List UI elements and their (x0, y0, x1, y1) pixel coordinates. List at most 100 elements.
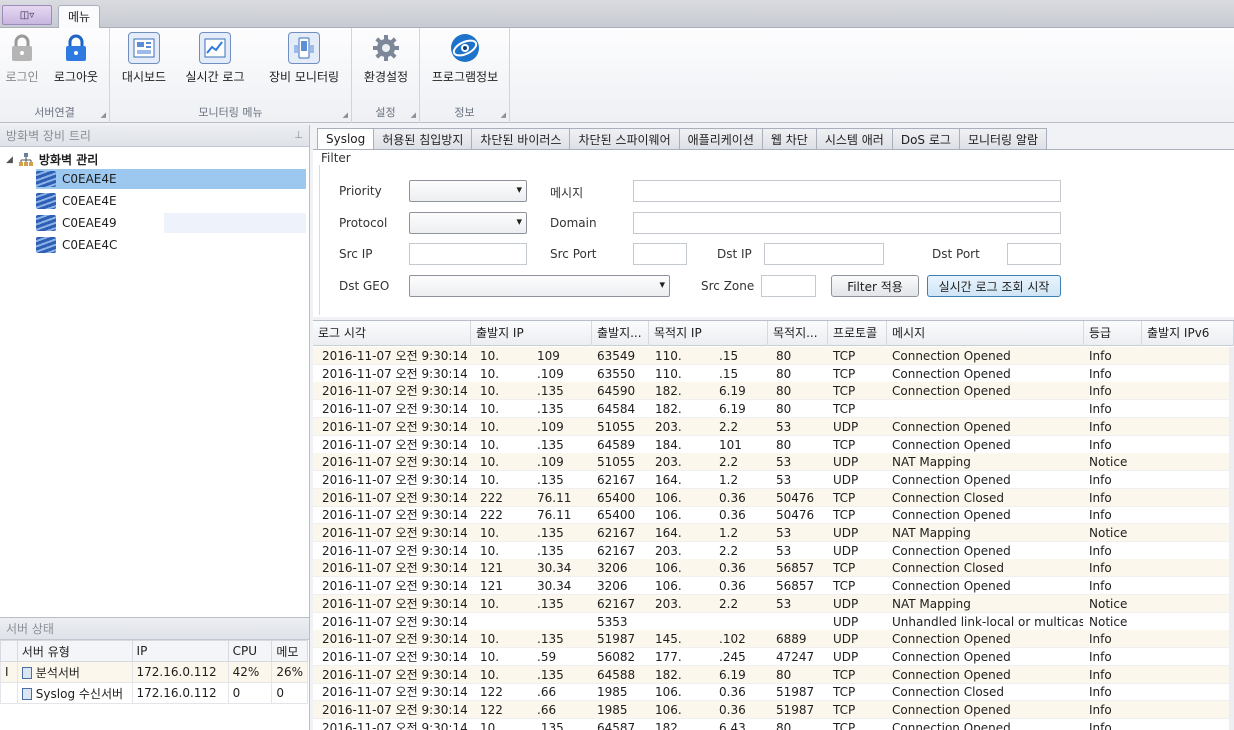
table-row[interactable]: 2016-11-07 오전 9:30:14 10. .135 64588 182. 6.1… (313, 665, 1229, 684)
tree-node-firewall[interactable]: C0EAE4C (36, 235, 306, 255)
src-zone-input[interactable] (761, 275, 816, 297)
table-row[interactable]: 2016-11-07 오전 9:30:14 10. 109 63549 110. .15 8… (313, 347, 1229, 365)
collapse-arrow-icon[interactable]: ◢ (6, 155, 13, 165)
column-header[interactable]: 로그 시각 (313, 321, 471, 346)
src-port-cell: 51055 (597, 419, 636, 434)
message-input[interactable] (633, 180, 1061, 202)
table-row[interactable]: 2016-11-07 오전 9:30:14 222 76.11 65400 106. 0.… (313, 488, 1229, 507)
src-zone-label: Src Zone (701, 279, 755, 293)
pin-icon[interactable]: ⊥ (294, 130, 303, 141)
table-row[interactable]: 2016-11-07 오전 9:30:14 10. .109 63550 110. .15… (313, 365, 1229, 383)
column-header[interactable]: 출발지 IPv6 (1142, 321, 1234, 346)
domain-input[interactable] (633, 212, 1061, 234)
src-ip-input[interactable] (409, 243, 527, 265)
program-info-button[interactable]: 프로그램정보 (426, 32, 504, 94)
table-row[interactable]: 2016-11-07 오전 9:30:14 121 30.34 3206 106. 0.3… (313, 559, 1229, 578)
dst-geo-select[interactable] (409, 275, 670, 297)
src-port-cell: 64584 (597, 402, 636, 417)
table-row[interactable]: 2016-11-07 오전 9:30:14 10. .135 62167 164. 1.2… (313, 471, 1229, 489)
table-row[interactable]: 2016-11-07 오전 9:30:14 10. .135 64587 182. 6.4… (313, 719, 1229, 730)
column-header[interactable]: 출발지... (592, 321, 649, 346)
tree-node-firewall[interactable]: C0EAE4E (36, 191, 306, 211)
tree-node-firewall[interactable]: C0EAE49 (36, 213, 306, 233)
column-header[interactable]: 등급 (1084, 321, 1142, 346)
tab-dos-log[interactable]: DoS 로그 (892, 128, 960, 150)
table-row[interactable]: 2016-11-07 오전 9:30:14 122 .66 1985 106. 0.36 5… (313, 683, 1229, 702)
realtime-log-button[interactable]: 실시간 로그 (182, 32, 248, 94)
tab-blocked-spyware[interactable]: 차단된 스파이웨어 (570, 128, 680, 150)
protocol-cell: TCP (833, 667, 856, 682)
dst-port-cell: 80 (776, 349, 792, 363)
filter-apply-button[interactable]: Filter 적용 (831, 275, 919, 297)
tab-menu[interactable]: 메뉴 (58, 5, 100, 29)
dst-port-input[interactable] (1007, 243, 1061, 265)
tab-web-block[interactable]: 웹 차단 (762, 128, 817, 150)
column-header[interactable]: 프로토콜 (828, 321, 887, 346)
table-row[interactable]: 2016-11-07 오전 9:30:14 121 30.34 3206 106. 0.3… (313, 577, 1229, 596)
table-row[interactable]: 2016-11-07 오전 9:30:14 10. .59 56082 177. .245… (313, 648, 1229, 666)
dst-port-cell: 53 (776, 455, 792, 470)
tab-allowed-intrusion[interactable]: 허용된 침입방지 (374, 128, 473, 150)
log-time-cell: 2016-11-07 오전 9:30:14 (322, 543, 468, 558)
table-row[interactable]: 2016-11-07 오전 9:30:14 10. .135 62167 203. 2.2… (313, 594, 1229, 613)
src-port-cell: 63550 (597, 366, 636, 381)
table-row[interactable]: 2016-11-07 오전 9:30:14 222 76.11 65400 106. 0.… (313, 506, 1229, 525)
table-row[interactable]: Syslog 수신서버 172.16.0.112 0 0 (0, 682, 308, 704)
logout-button[interactable]: 로그아웃 (50, 32, 102, 94)
src-port-input[interactable] (633, 243, 687, 265)
protocol-select[interactable] (409, 212, 527, 234)
table-row[interactable]: 2016-11-07 오전 9:30:14 10. .135 62167 164. 1.2… (313, 524, 1229, 542)
dst-ip-suffix-cell: .15 (719, 366, 739, 381)
level-cell: Notice (1089, 526, 1128, 540)
src-ip-suffix-cell: .135 (537, 596, 564, 611)
table-row[interactable]: I 분석서버 172.16.0.112 42% 26% (0, 661, 308, 683)
tree-root-firewall-management[interactable]: ◢ 방화벽 관리 (6, 151, 98, 168)
tab-system-error[interactable]: 시스템 애러 (816, 128, 893, 150)
dst-ip-prefix-cell: 106. (655, 490, 682, 505)
table-row[interactable]: 2016-11-07 오전 9:30:14 10. .109 51055 203. 2.2… (313, 453, 1229, 472)
app-menu-button[interactable]: ◫▿ (2, 5, 52, 25)
table-row[interactable]: 2016-11-07 오전 9:30:14 5353 UDP Unhandled li… (313, 613, 1229, 631)
table-row[interactable]: 2016-11-07 오전 9:30:14 10. .135 64590 182. 6.1… (313, 382, 1229, 401)
device-monitoring-button[interactable]: 장비 모니터링 (262, 32, 346, 94)
login-button[interactable]: 로그인 (2, 32, 42, 94)
src-port-cell: 62167 (597, 596, 636, 611)
dashboard-button[interactable]: 대시보드 (118, 32, 170, 94)
priority-select[interactable] (409, 180, 527, 202)
column-header[interactable]: 메시지 (887, 321, 1084, 346)
table-row[interactable]: 2016-11-07 오전 9:30:14 10. .135 62167 203. 2.2… (313, 542, 1229, 560)
group-launcher-icon[interactable]: ◢ (501, 111, 506, 119)
vertical-scrollbar[interactable] (1229, 347, 1234, 730)
column-header[interactable]: CPU (227, 640, 273, 662)
column-header[interactable]: 출발지 IP (471, 321, 592, 346)
tab-blocked-virus[interactable]: 차단된 바이러스 (472, 128, 571, 150)
src-port-cell: 65400 (597, 508, 636, 523)
dst-ip-input[interactable] (764, 243, 884, 265)
group-launcher-icon[interactable]: ◢ (101, 111, 106, 119)
tab-monitoring-alarm[interactable]: 모니터링 알람 (959, 128, 1047, 150)
column-header[interactable]: 목적지 IP (649, 321, 768, 346)
settings-button[interactable]: 환경설정 (358, 32, 414, 94)
tab-syslog[interactable]: Syslog (317, 128, 375, 150)
level-cell: Info (1089, 349, 1112, 363)
column-header[interactable]: IP (131, 640, 229, 662)
column-header[interactable]: 서버 유형 (16, 640, 133, 662)
dst-ip-prefix-cell: 203. (655, 419, 682, 434)
level-cell: Info (1089, 402, 1112, 417)
realtime-log-start-button[interactable]: 실시간 로그 조회 시작 (927, 275, 1061, 297)
tree-node-firewall[interactable]: C0EAE4E (36, 169, 306, 189)
group-launcher-icon[interactable]: ◢ (411, 111, 416, 119)
table-row[interactable]: 2016-11-07 오전 9:30:14 10. .109 51055 203. 2.2… (313, 417, 1229, 436)
table-row[interactable]: 2016-11-07 오전 9:30:14 10. .135 64584 182. 6.1… (313, 400, 1229, 419)
table-row[interactable]: 2016-11-07 오전 9:30:14 122 .66 1985 106. 0.36 5… (313, 701, 1229, 719)
level-cell: Info (1089, 543, 1112, 558)
dst-port-cell: 80 (776, 667, 792, 682)
tab-application[interactable]: 애플리케이션 (679, 128, 763, 150)
dst-ip-prefix-cell (651, 613, 706, 631)
level-cell: Notice (1089, 614, 1128, 629)
table-row[interactable]: 2016-11-07 오전 9:30:14 10. .135 64589 184. 101… (313, 436, 1229, 454)
column-header[interactable]: 메모 (271, 640, 308, 662)
column-header[interactable]: 목적지... (768, 321, 828, 346)
group-launcher-icon[interactable]: ◢ (343, 111, 348, 119)
table-row[interactable]: 2016-11-07 오전 9:30:14 10. .135 51987 145. .10… (313, 630, 1229, 649)
